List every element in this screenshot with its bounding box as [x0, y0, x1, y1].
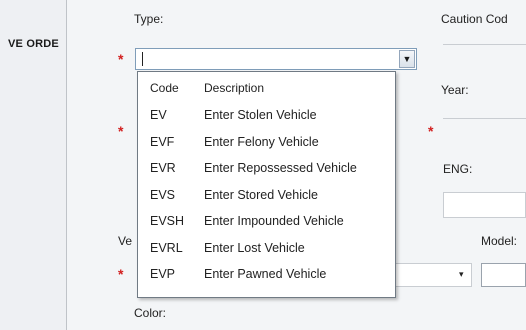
eng-input[interactable]	[443, 192, 526, 218]
option-code: EV	[150, 108, 167, 122]
option-description: Enter Felony Vehicle	[204, 134, 319, 149]
panel-title: VE ORDE	[8, 38, 59, 50]
ve-select-arrow-icon[interactable]: ▾	[459, 269, 464, 280]
caution-code-label: Caution Cod	[441, 12, 508, 26]
dropdown-option-evs[interactable]: EVS Enter Stored Vehicle	[138, 182, 395, 209]
option-code: EVR	[150, 161, 176, 175]
option-description: Enter Pawned Vehicle	[204, 267, 327, 281]
option-description: Enter Impounded Vehicle	[204, 214, 344, 228]
model-input[interactable]	[481, 263, 526, 287]
dropdown-option-evsh[interactable]: EVSH Enter Impounded Vehicle	[138, 208, 395, 235]
option-description: Enter Stolen Vehicle	[204, 108, 317, 122]
option-description: Enter Stored Vehicle	[204, 187, 318, 202]
caution-code-field[interactable]	[443, 44, 526, 45]
color-label: Color:	[134, 306, 167, 320]
dropdown-option-evp[interactable]: EVP Enter Pawned Vehicle	[138, 261, 395, 288]
ve-required-marker: *	[118, 266, 124, 282]
option-code: EVP	[150, 267, 176, 281]
year-required-marker: *	[428, 123, 434, 139]
dropdown-option-evf[interactable]: EVF Enter Felony Vehicle	[138, 129, 395, 156]
dropdown-option-evr[interactable]: EVR Enter Repossessed Vehicle	[138, 155, 395, 182]
dropdown-header: Code Description	[138, 72, 395, 102]
option-code: EVS	[150, 187, 176, 202]
option-code: EVF	[150, 134, 175, 149]
code-column-header: Code	[150, 81, 179, 95]
type-dropdown-list: Code Description EV Enter Stolen Vehicle…	[137, 71, 396, 298]
option-description: Enter Repossessed Vehicle	[204, 161, 357, 175]
model-label: Model:	[481, 234, 518, 248]
field-required-marker: *	[118, 123, 124, 139]
text-caret	[142, 52, 143, 66]
option-description: Enter Lost Vehicle	[204, 240, 305, 255]
option-code: EVRL	[150, 240, 183, 255]
type-combobox[interactable]: ▼	[135, 48, 417, 70]
panel-divider	[66, 0, 67, 330]
eng-label: ENG:	[443, 162, 473, 176]
dropdown-option-ev[interactable]: EV Enter Stolen Vehicle	[138, 102, 395, 129]
option-code: EVSH	[150, 214, 185, 228]
type-label: Type:	[134, 12, 164, 26]
year-field[interactable]	[443, 118, 526, 119]
ve-label: Ve	[118, 234, 133, 248]
type-required-marker: *	[118, 51, 124, 67]
dropdown-arrow-icon[interactable]: ▼	[399, 50, 415, 68]
description-column-header: Description	[204, 81, 265, 95]
dropdown-option-evrl[interactable]: EVRL Enter Lost Vehicle	[138, 235, 395, 262]
year-label: Year:	[441, 83, 469, 97]
